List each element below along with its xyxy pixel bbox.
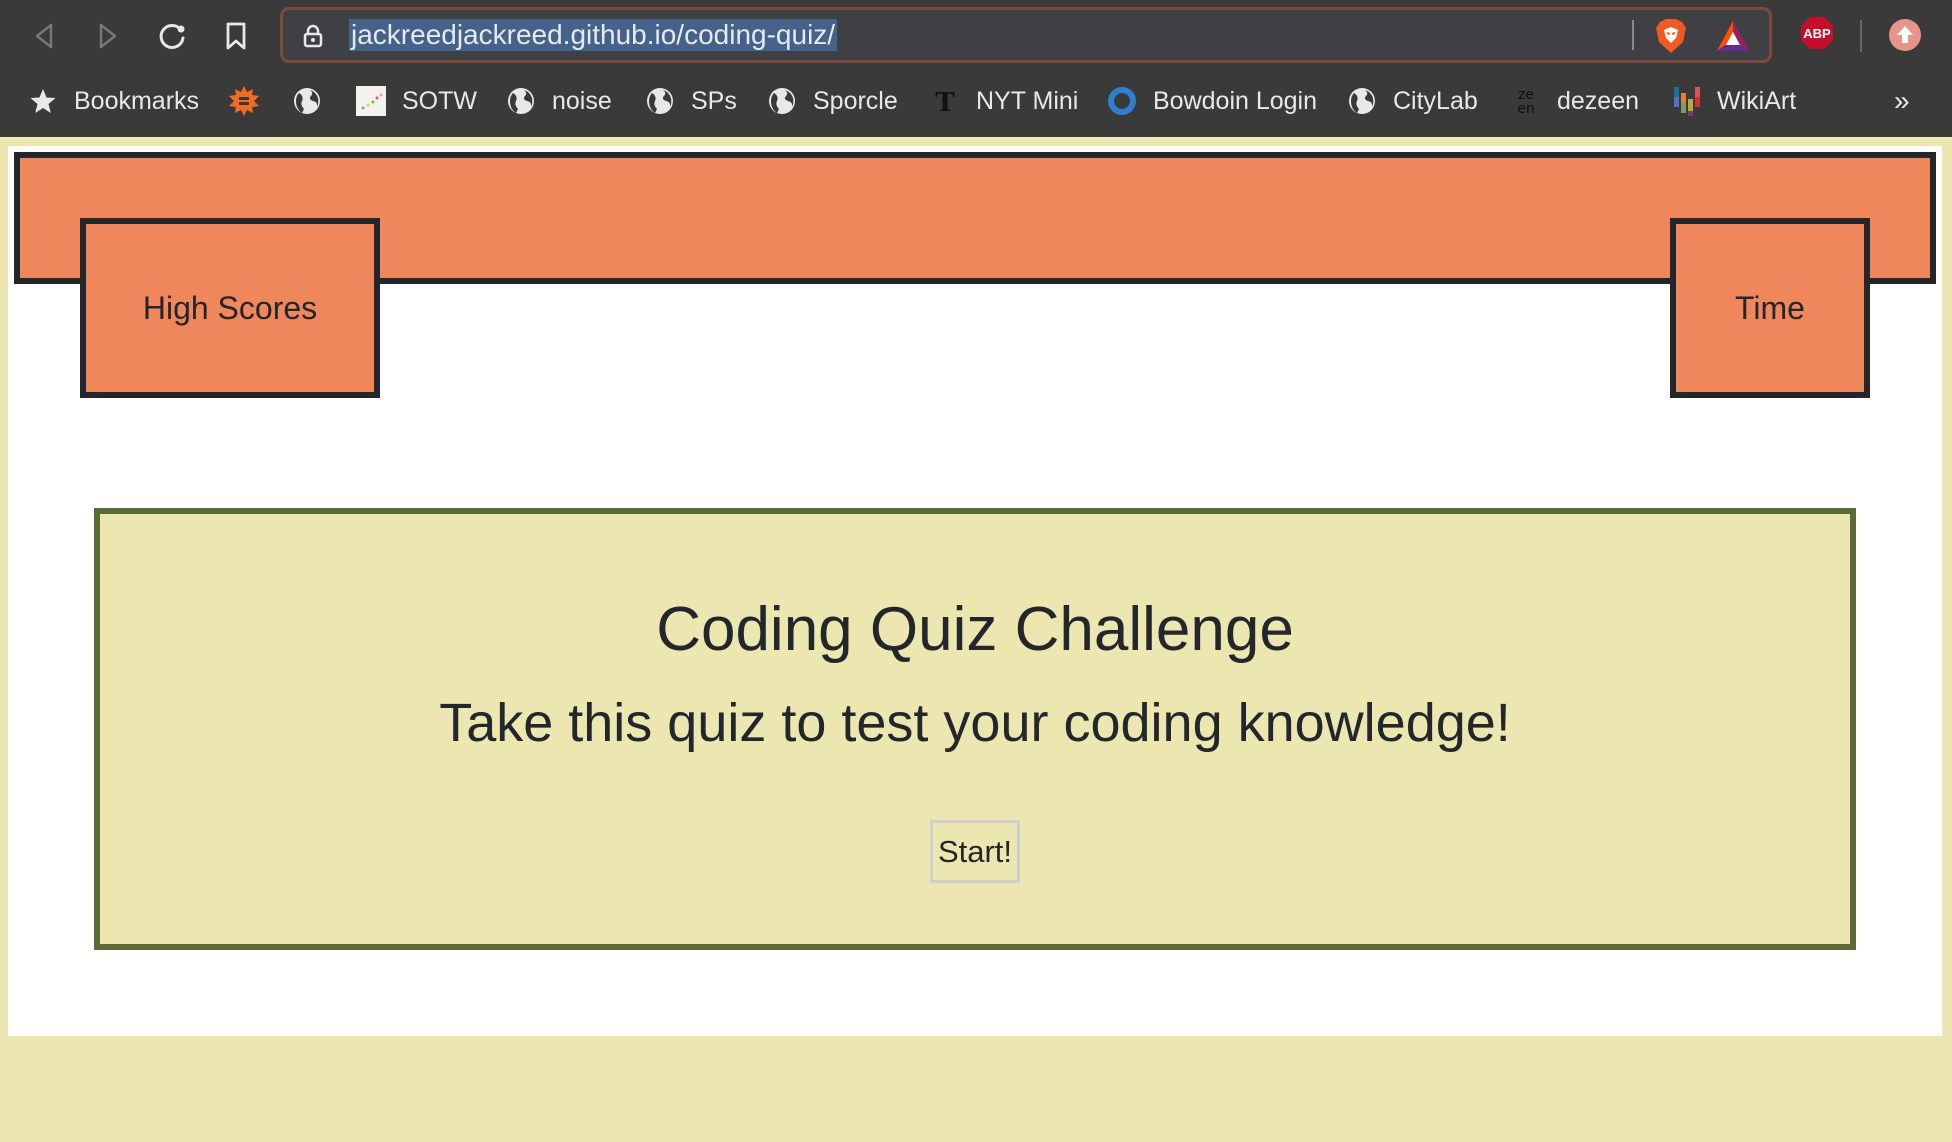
back-button[interactable] [24,14,64,58]
wikiart-icon [1671,86,1701,116]
globe-icon [506,86,536,116]
bookmark-icon [226,22,246,50]
profile-icon[interactable] [1889,19,1921,56]
toolbar-divider [1860,20,1862,52]
adblock-plus-icon[interactable]: ABP [1800,16,1834,55]
quiz-subtitle: Take this quiz to test your coding knowl… [439,693,1511,753]
reload-button[interactable] [152,14,192,58]
timer-display: Time [1670,218,1870,398]
dezeen-icon: ze en [1511,86,1541,117]
brave-rewards-icon[interactable] [1715,19,1751,58]
ring-icon [1107,86,1137,116]
globe-icon [645,86,675,116]
bookmark-citylab[interactable]: CityLab [1347,70,1478,132]
globe-icon [1347,86,1377,116]
bookmark-label: NYT Mini [976,86,1079,115]
address-bar[interactable]: jackreedjackreed.github.io/coding-quiz/ [280,7,1772,63]
high-scores-button[interactable]: High Scores [80,218,380,398]
lock-icon [303,24,323,53]
bookmark-bookmarks[interactable]: Bookmarks [28,70,199,132]
bookmark-noise[interactable]: noise [506,70,612,132]
start-button[interactable]: Start! [930,820,1020,883]
urlbar-divider [1632,20,1634,50]
bookmark-bowdoin-login[interactable]: Bowdoin Login [1107,70,1317,132]
bookmark-sporcle[interactable]: Sporcle [767,70,898,132]
forward-button[interactable] [88,14,128,58]
bookmark-wikiart[interactable]: WikiArt [1671,70,1796,132]
bookmark-label: Bookmarks [74,86,200,115]
sun-badge-icon [229,86,259,116]
time-label: Time [1735,289,1805,326]
star-icon [28,86,58,116]
bookmark-label: CityLab [1393,86,1478,115]
bookmark-label: Bowdoin Login [1153,86,1318,115]
bookmark-label: SPs [691,86,737,115]
bookmark-sps[interactable]: SPs [645,70,737,132]
bookmark-label: dezeen [1557,86,1640,115]
bookmarks-bar: Bookmarks SOTW noise SPs Sporcle T NYT M… [0,70,1952,132]
globe-icon [767,86,797,116]
quiz-title: Coding Quiz Challenge [656,595,1294,664]
nyt-icon: T [930,86,960,116]
more-bookmarks-button[interactable]: » [1894,70,1910,132]
bookmark-dezeen[interactable]: ze en dezeen [1511,70,1639,132]
bookmark-page-button[interactable] [216,14,256,58]
bookmark-label: Sporcle [813,86,898,115]
bookmark-globe[interactable] [292,70,338,132]
bookmark-label: SOTW [402,86,477,115]
svg-text:ABP: ABP [1803,26,1831,41]
bookmark-label: WikiArt [1717,86,1797,115]
forward-icon [99,23,117,49]
high-scores-label: High Scores [142,289,318,326]
svg-text:en: en [1517,101,1535,117]
browser-toolbar: jackreedjackreed.github.io/coding-quiz/ … [0,0,1952,137]
dots-icon [356,86,386,116]
bookmark-nyt-mini[interactable]: T NYT Mini [930,70,1078,132]
brave-shield-icon[interactable] [1654,18,1688,59]
reload-icon [159,23,185,49]
url-text[interactable]: jackreedjackreed.github.io/coding-quiz/ [349,19,838,51]
quiz-intro-card: Coding Quiz Challenge Take this quiz to … [94,508,1856,950]
globe-icon [292,86,322,116]
bookmark-sotw[interactable]: SOTW [356,70,477,132]
bookmark-label: noise [552,86,612,115]
back-icon [35,23,53,49]
bookmark-sun[interactable] [229,70,275,132]
svg-text:T: T [935,88,955,116]
